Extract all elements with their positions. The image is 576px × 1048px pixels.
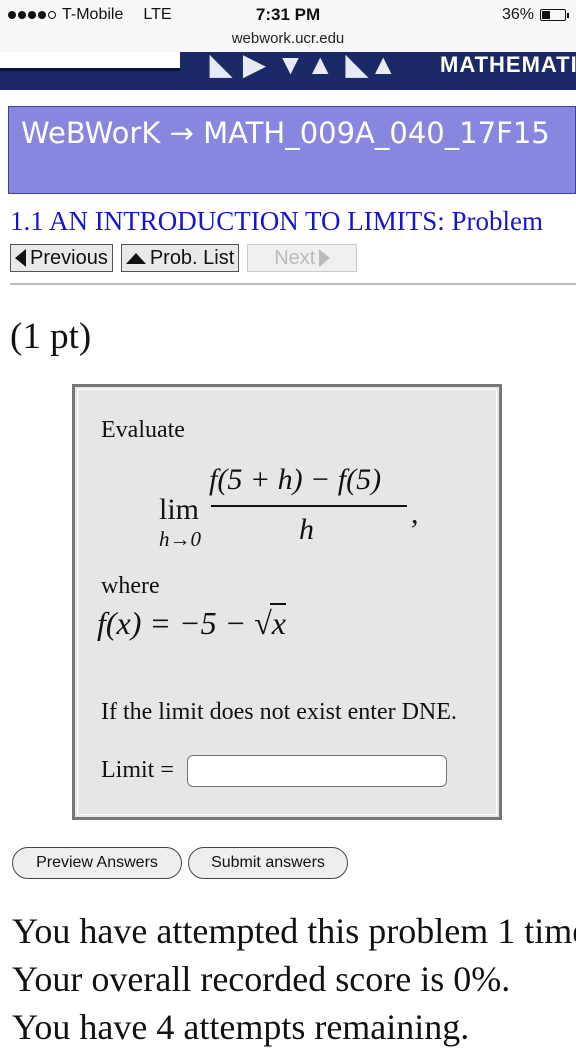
ucr-logo-icon: ◣ ▶ ▼▲ ◣▲ bbox=[210, 52, 400, 80]
lim-operator: lim bbox=[159, 493, 200, 526]
next-label: Next bbox=[274, 246, 316, 269]
problem-nav: Previous Prob. List Next bbox=[10, 244, 358, 272]
function-definition: f(x) = −5 − √x bbox=[97, 603, 286, 642]
fraction-bar bbox=[211, 505, 407, 507]
page-header: WeBWorK → MATH_009A_040_17F15 bbox=[8, 106, 576, 194]
next-button[interactable]: Next bbox=[247, 244, 358, 272]
fraction-denominator: h bbox=[299, 513, 314, 546]
previous-button[interactable]: Previous bbox=[10, 244, 113, 272]
lim-subscript: h→0 bbox=[159, 527, 201, 551]
battery-icon bbox=[540, 9, 569, 21]
preview-answers-button[interactable]: Preview Answers bbox=[12, 847, 182, 879]
score-message: Your overall recorded score is 0%. bbox=[12, 959, 511, 999]
right-arrow-icon bbox=[319, 249, 331, 267]
url-bar[interactable]: webwork.ucr.edu bbox=[0, 30, 576, 52]
clock: 7:31 PM bbox=[255, 5, 321, 24]
limit-answer-input[interactable] bbox=[187, 755, 447, 787]
problem-points: (1 pt) bbox=[10, 316, 92, 357]
previous-label: Previous bbox=[30, 246, 108, 269]
left-arrow-icon bbox=[15, 249, 26, 267]
site-banner: ◣ ▶ ▼▲ ◣▲ MATHEMATIC bbox=[0, 52, 576, 90]
function-lhs: f(x) = −5 − √ bbox=[97, 605, 272, 641]
evaluate-text: Evaluate bbox=[101, 417, 185, 443]
submit-answers-button[interactable]: Submit answers bbox=[188, 847, 348, 879]
dne-instruction: If the limit does not exist enter DNE. bbox=[101, 699, 457, 725]
problem-box: Evaluate lim h→0 f(5 + h) − f(5) h , whe… bbox=[72, 384, 502, 820]
fraction-numerator: f(5 + h) − f(5) bbox=[209, 463, 382, 496]
radicand: x bbox=[269, 603, 286, 641]
remaining-message: You have 4 attempts remaining. bbox=[12, 1007, 470, 1047]
attempts-message: You have attempted this problem 1 time. bbox=[12, 911, 576, 951]
up-arrow-icon bbox=[125, 252, 146, 264]
status-bar: T-Mobile LTE 7:31 PM 36% bbox=[0, 0, 576, 30]
section-title[interactable]: 1.1 AN INTRODUCTION TO LIMITS: Problem bbox=[10, 206, 543, 237]
banner-text: MATHEMATIC bbox=[440, 52, 576, 77]
prob-list-button[interactable]: Prob. List bbox=[120, 244, 240, 272]
limit-label: Limit = bbox=[101, 757, 174, 783]
prob-list-label: Prob. List bbox=[149, 246, 235, 269]
battery-info: 36% bbox=[501, 6, 569, 24]
page-title: WeBWorK → MATH_009A_040_17F15 bbox=[21, 116, 550, 150]
divider bbox=[10, 283, 576, 285]
comma: , bbox=[411, 497, 419, 530]
where-text: where bbox=[101, 573, 160, 599]
battery-percent: 36% bbox=[501, 6, 534, 23]
